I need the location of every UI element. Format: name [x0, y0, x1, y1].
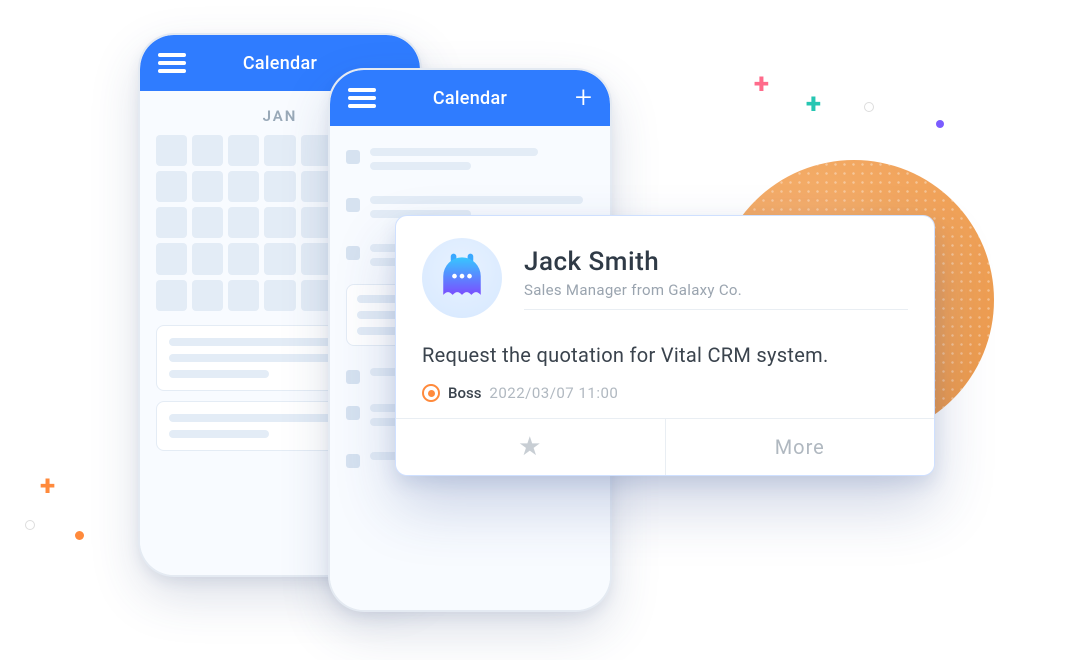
- favorite-button[interactable]: ★: [396, 419, 665, 475]
- calendar-day[interactable]: [156, 243, 187, 274]
- checkbox-icon[interactable]: [346, 406, 360, 420]
- placeholder-line: [169, 430, 269, 438]
- calendar-day[interactable]: [192, 280, 223, 311]
- placeholder-line: [370, 196, 583, 204]
- calendar-day[interactable]: [192, 243, 223, 274]
- placeholder-line: [169, 354, 336, 362]
- more-label: More: [775, 435, 825, 459]
- decorative-plus-pink-icon: +: [754, 70, 769, 98]
- contact-role: Sales Manager from Galaxy Co.: [524, 281, 908, 310]
- placeholder-line: [370, 148, 538, 156]
- calendar-day[interactable]: [228, 135, 259, 166]
- calendar-day[interactable]: [192, 171, 223, 202]
- card-action-bar: ★ More: [396, 418, 934, 475]
- decorative-dot: [864, 102, 874, 112]
- screen-title: Calendar: [433, 88, 507, 109]
- monster-avatar-icon: [432, 248, 492, 308]
- more-button[interactable]: More: [665, 419, 935, 475]
- calendar-day[interactable]: [264, 243, 295, 274]
- decorative-dot: [75, 531, 84, 540]
- calendar-day[interactable]: [228, 171, 259, 202]
- list-item[interactable]: [346, 140, 594, 184]
- calendar-day[interactable]: [264, 280, 295, 311]
- add-icon[interactable]: +: [575, 83, 592, 113]
- calendar-day[interactable]: [264, 207, 295, 238]
- contact-name: Jack Smith: [524, 247, 908, 277]
- decorative-dot: [936, 120, 944, 128]
- calendar-day[interactable]: [301, 280, 332, 311]
- calendar-day[interactable]: [301, 207, 332, 238]
- calendar-day[interactable]: [192, 135, 223, 166]
- checkbox-icon[interactable]: [346, 246, 360, 260]
- assignment-meta: Boss 2022/03/07 11:00: [422, 384, 908, 402]
- calendar-day[interactable]: [192, 207, 223, 238]
- assigned-to: Boss: [448, 384, 481, 402]
- calendar-day[interactable]: [156, 135, 187, 166]
- calendar-day[interactable]: [301, 135, 332, 166]
- avatar: [422, 238, 502, 318]
- user-circle-icon: [422, 384, 440, 402]
- menu-icon[interactable]: [348, 88, 376, 108]
- menu-icon[interactable]: [158, 53, 186, 73]
- star-icon: ★: [518, 432, 542, 462]
- request-text: Request the quotation for Vital CRM syst…: [422, 338, 908, 372]
- screen-title: Calendar: [243, 53, 317, 74]
- checkbox-icon[interactable]: [346, 150, 360, 164]
- calendar-day[interactable]: [156, 280, 187, 311]
- calendar-day[interactable]: [264, 135, 295, 166]
- decorative-plus-orange-icon: +: [40, 472, 55, 500]
- checkbox-icon[interactable]: [346, 198, 360, 212]
- decorative-plus-teal-icon: +: [806, 90, 821, 118]
- calendar-day[interactable]: [228, 243, 259, 274]
- calendar-day[interactable]: [228, 280, 259, 311]
- app-topbar: Calendar +: [330, 70, 610, 126]
- timestamp: 2022/03/07 11:00: [489, 384, 618, 402]
- checkbox-icon[interactable]: [346, 454, 360, 468]
- calendar-day[interactable]: [301, 171, 332, 202]
- calendar-day[interactable]: [228, 207, 259, 238]
- placeholder-line: [370, 162, 471, 170]
- placeholder-line: [169, 370, 269, 378]
- contact-card: Jack Smith Sales Manager from Galaxy Co.…: [395, 215, 935, 476]
- decorative-dot: [25, 520, 35, 530]
- calendar-day[interactable]: [264, 171, 295, 202]
- calendar-day[interactable]: [156, 171, 187, 202]
- checkbox-icon[interactable]: [346, 370, 360, 384]
- calendar-day[interactable]: [301, 243, 332, 274]
- calendar-day[interactable]: [156, 207, 187, 238]
